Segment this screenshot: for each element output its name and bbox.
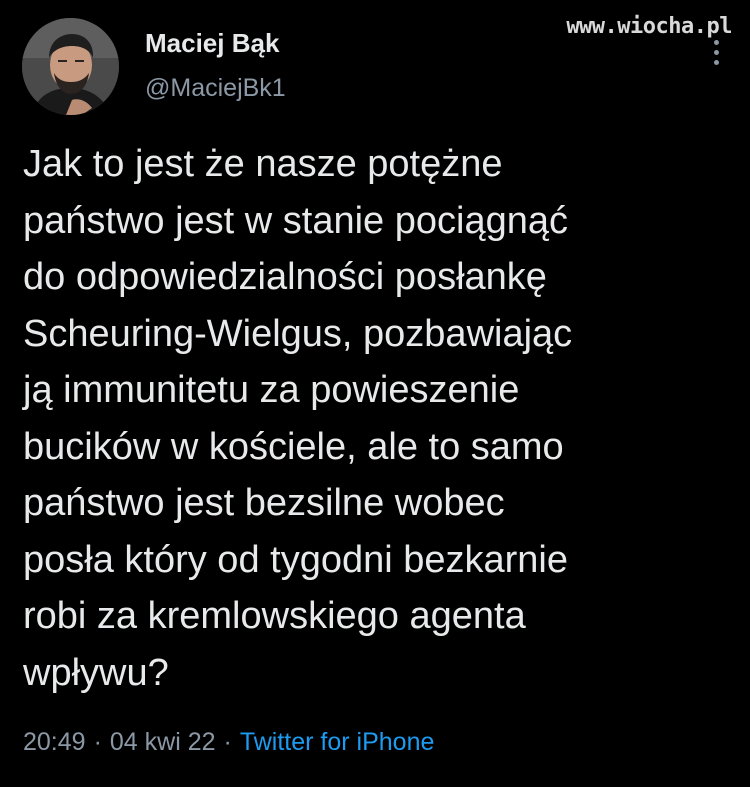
author-name[interactable]: Maciej Bąk	[145, 28, 279, 59]
tweet-time[interactable]: 20:49	[23, 728, 86, 756]
meta-separator: ·	[93, 728, 102, 756]
tweet-source-link[interactable]: Twitter for iPhone	[240, 728, 435, 756]
watermark: www.wiocha.pl	[566, 14, 732, 39]
author-handle[interactable]: @MaciejBk1	[145, 74, 286, 103]
more-options-icon[interactable]	[714, 40, 720, 66]
tweet-meta: 20:49 · 04 kwi 22 · Twitter for iPhone	[23, 728, 434, 757]
avatar[interactable]	[22, 18, 119, 115]
tweet-text: Jak to jest że nasze potężne państwo jes…	[23, 143, 573, 694]
avatar-image	[22, 18, 119, 115]
meta-separator: ·	[223, 728, 232, 756]
tweet-date[interactable]: 04 kwi 22	[110, 728, 216, 756]
